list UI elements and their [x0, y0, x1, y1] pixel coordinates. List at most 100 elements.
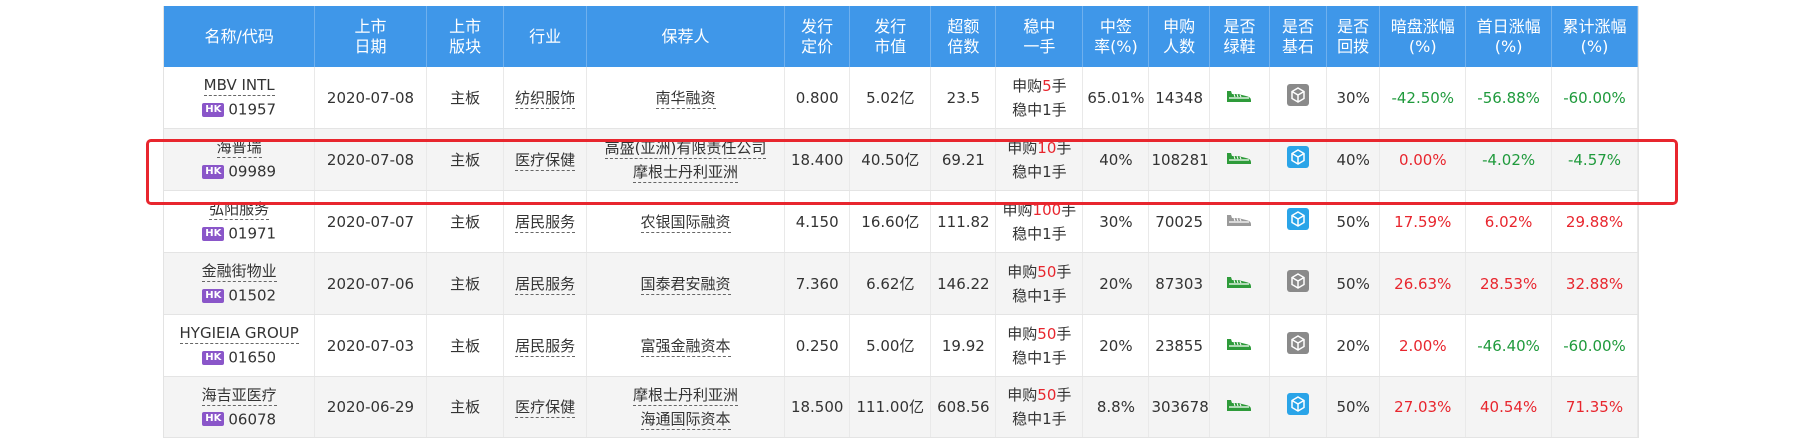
industry-link[interactable]: 医疗保健 — [515, 150, 576, 171]
sponsor-link[interactable]: 农银国际融资 — [640, 212, 731, 233]
listing-date: 2020-07-03 — [314, 314, 427, 377]
column-header[interactable]: 暗盘涨幅 (%) — [1379, 6, 1467, 67]
first-day-change: 6.02% — [1465, 190, 1553, 253]
clawback: 30% — [1326, 67, 1381, 129]
one-lot-cell: 申购50手 稳中1手 — [995, 376, 1084, 438]
shoe-icon — [1226, 273, 1252, 295]
industry-cell: 居民服务 — [503, 190, 587, 253]
cube-icon — [1287, 269, 1310, 298]
clawback: 50% — [1326, 252, 1381, 315]
stock-name-link[interactable]: 弘阳服务 — [209, 197, 270, 221]
industry-link[interactable]: 医疗保健 — [515, 398, 576, 418]
column-header-label: 暗盘涨幅 — [1390, 16, 1455, 36]
column-header-label: 保荐人 — [661, 26, 710, 46]
column-header[interactable]: 申购 人数 — [1148, 6, 1210, 67]
column-header[interactable]: 累计涨幅 (%) — [1551, 6, 1638, 67]
offer-price: 0.250 — [784, 314, 851, 377]
offer-price: 7.360 — [784, 252, 851, 315]
one-lot-cell: 申购50手 稳中1手 — [995, 252, 1084, 315]
column-header[interactable]: 名称/代码 — [164, 6, 316, 67]
sponsor-link[interactable]: 富强金融资本 — [640, 336, 731, 357]
stock-name-link[interactable]: 金融街物业 — [201, 259, 277, 283]
oversubscription: 111.82 — [930, 190, 997, 253]
table-row[interactable]: 金融街物业 HK 01502 2020-07-06 主板 居民服务 国泰君安融资 7.360 6… — [164, 252, 1638, 315]
column-header-label: (%) — [1408, 36, 1437, 56]
column-header-label: 首日涨幅 — [1476, 16, 1541, 36]
win-rate: 65.01% — [1082, 67, 1150, 129]
column-header-label: 版块 — [449, 36, 482, 56]
stock-name-cell: 金融街物业 HK 01502 — [164, 252, 316, 315]
stock-name-link[interactable]: 海普瑞 — [216, 135, 262, 159]
applicants: 87303 — [1148, 252, 1210, 315]
stock-code: HK 01502 — [202, 283, 276, 308]
column-header[interactable]: 行业 — [503, 6, 587, 67]
table-row[interactable]: MBV INTL HK 01957 2020-07-08 主板 纺织服饰 南华融资 0.800… — [164, 67, 1638, 129]
table-row[interactable]: 海普瑞 HK 09989 2020-07-08 主板 医疗保健 高盛(亚洲)有限责任公司 摩根… — [164, 128, 1638, 191]
offer-price: 18.500 — [784, 376, 851, 438]
cumulative-change: 29.88% — [1551, 190, 1638, 253]
column-header-label: 发行 — [801, 16, 834, 36]
cornerstone-cell — [1269, 128, 1327, 191]
dark-pool-change: 0.00% — [1379, 128, 1467, 191]
cumulative-change: 32.88% — [1551, 252, 1638, 315]
listing-date: 2020-07-08 — [314, 67, 427, 129]
column-header[interactable]: 发行 市值 — [849, 6, 932, 67]
sponsor-link[interactable]: 南华融资 — [655, 88, 716, 109]
dark-pool-change: 27.03% — [1379, 376, 1467, 438]
industry-cell: 居民服务 — [503, 252, 587, 315]
stock-name-link[interactable]: MBV INTL — [203, 73, 275, 97]
cornerstone-cell — [1269, 376, 1327, 438]
sponsor-link[interactable]: 国泰君安融资 — [640, 274, 731, 295]
sponsor-link[interactable]: 摩根士丹利亚洲 — [633, 162, 739, 183]
cube-icon — [1287, 145, 1310, 174]
column-header[interactable]: 是否 绿鞋 — [1209, 6, 1271, 67]
column-header[interactable]: 保荐人 — [586, 6, 786, 67]
column-header[interactable]: 上市 版块 — [426, 6, 505, 67]
stock-name-link[interactable]: HYGIEIA GROUP — [179, 321, 299, 345]
table-row[interactable]: 弘阳服务 HK 01971 2020-07-07 主板 居民服务 农银国际融资 4.150 16… — [164, 190, 1638, 253]
column-header[interactable]: 是否 回拨 — [1326, 6, 1381, 67]
column-header[interactable]: 首日涨幅 (%) — [1465, 6, 1553, 67]
cornerstone-cell — [1269, 67, 1327, 129]
column-header[interactable]: 发行 定价 — [784, 6, 851, 67]
lot-line-1: 申购5手 — [1012, 76, 1067, 95]
applicants: 23855 — [1148, 314, 1210, 377]
column-header[interactable]: 稳中 一手 — [995, 6, 1084, 67]
cube-icon — [1287, 331, 1310, 360]
table-row[interactable]: 海吉亚医疗 HK 06078 2020-06-29 主板 医疗保健 摩根士丹利亚洲 海通国际资… — [164, 376, 1638, 438]
column-header[interactable]: 中签 率(%) — [1082, 6, 1150, 67]
clawback: 20% — [1326, 314, 1381, 377]
sponsor-link[interactable]: 摩根士丹利亚洲 — [633, 386, 739, 406]
industry-cell: 居民服务 — [503, 314, 587, 377]
industry-link[interactable]: 纺织服饰 — [515, 88, 576, 109]
lot-line-1: 申购10手 — [1007, 138, 1072, 157]
industry-link[interactable]: 居民服务 — [515, 336, 576, 357]
sponsor-link[interactable]: 海通国际资本 — [640, 410, 731, 430]
ipo-table: 名称/代码 上市 日期 上市 版块 行业 保荐人 发行 定价 发行 市值 超额 倍数 稳中 一手 中签 率(%)… — [164, 6, 1638, 438]
cube-icon — [1287, 393, 1310, 421]
listing-board: 主板 — [426, 128, 505, 191]
stock-name-cell: 弘阳服务 HK 01971 — [164, 190, 316, 253]
shoe-icon — [1226, 149, 1252, 171]
industry-link[interactable]: 居民服务 — [515, 274, 576, 295]
cornerstone-cell — [1269, 190, 1327, 253]
sponsor-cell: 南华融资 — [586, 67, 786, 129]
column-header[interactable]: 上市 日期 — [314, 6, 427, 67]
column-header-label: 中签 — [1099, 16, 1132, 36]
column-header-label: 行业 — [529, 26, 562, 46]
sponsor-cell: 农银国际融资 — [586, 190, 786, 253]
dark-pool-change: 26.63% — [1379, 252, 1467, 315]
stock-code: HK 01957 — [202, 97, 276, 122]
table-row[interactable]: HYGIEIA GROUP HK 01650 2020-07-03 主板 居民服务 富强金融… — [164, 314, 1638, 377]
stock-name-cell: MBV INTL HK 01957 — [164, 67, 316, 129]
stock-code: HK 09989 — [202, 159, 276, 184]
column-header-label: 基石 — [1282, 36, 1315, 56]
market-value: 16.60亿 — [849, 190, 932, 253]
column-header[interactable]: 是否 基石 — [1269, 6, 1327, 67]
industry-link[interactable]: 居民服务 — [515, 212, 576, 233]
column-header[interactable]: 超额 倍数 — [930, 6, 997, 67]
stock-name-link[interactable]: 海吉亚医疗 — [201, 383, 277, 407]
first-day-change: -56.88% — [1465, 67, 1553, 129]
sponsor-link[interactable]: 高盛(亚洲)有限责任公司 — [604, 138, 767, 159]
industry-cell: 纺织服饰 — [503, 67, 587, 129]
